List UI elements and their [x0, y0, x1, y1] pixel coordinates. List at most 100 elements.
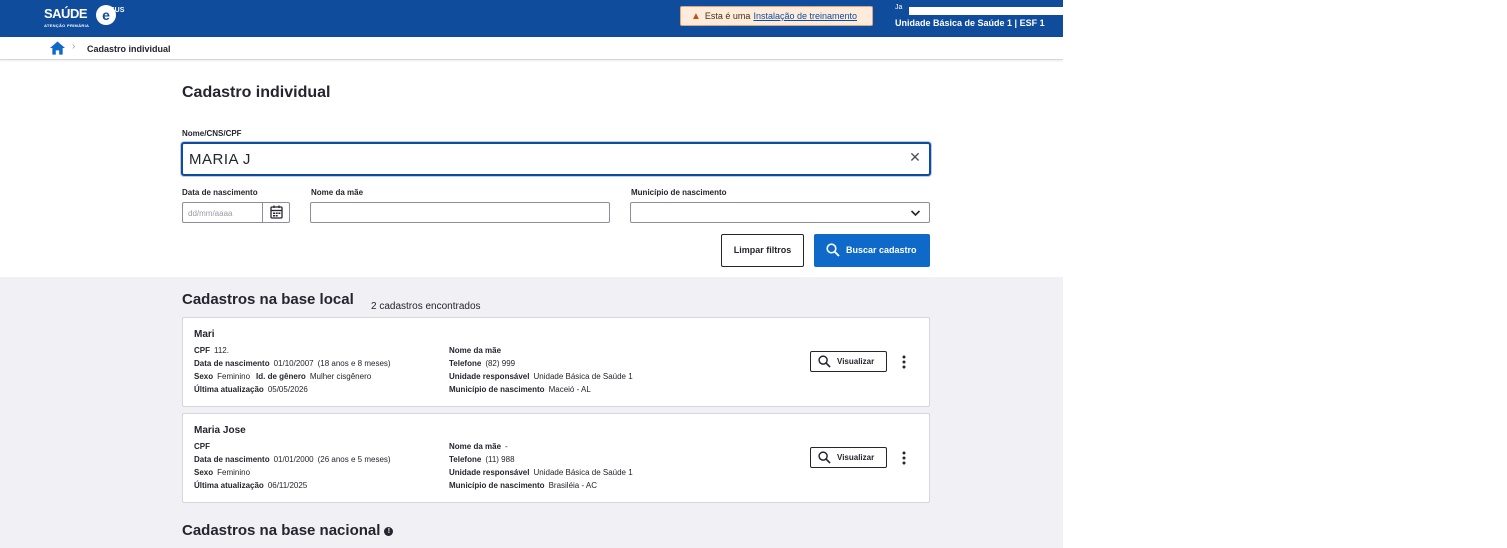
phone-value: (11) 988: [485, 455, 515, 464]
record-card: Mari CPF 112. Data de nascimento 01/10/200…: [182, 317, 930, 407]
city-value: Brasiléia - AC: [548, 481, 598, 490]
age-value: (26 anos e 5 meses): [317, 455, 391, 464]
view-button-label: Visualizar: [837, 453, 875, 462]
updated-value: 06/11/2025: [267, 481, 308, 490]
clear-icon[interactable]: ✕: [907, 149, 923, 165]
search-icon: [818, 355, 831, 368]
mother-name-field[interactable]: [310, 202, 610, 223]
record-cpf-row: CPF 112.: [194, 346, 229, 355]
search-icon: [818, 451, 831, 464]
birth-label: Data de nascimento: [194, 455, 270, 464]
logo-subtitle: ATENÇÃO PRIMÁRIA: [44, 23, 90, 28]
user-menu[interactable]: Ja Unidade Básica de Saúde 1 | ESF 1: [895, 3, 1063, 33]
view-button[interactable]: Visualizar: [810, 351, 887, 372]
page-title: Cadastro individual: [182, 84, 331, 101]
gender-label: Id. de gênero: [256, 372, 306, 381]
birth-value: 01/10/2007: [273, 359, 314, 368]
mother-value: -: [505, 442, 508, 451]
gender-value: Mulher cisgênero: [309, 372, 372, 381]
birth-date-field[interactable]: [182, 202, 290, 223]
record-city-row: Município de nascimento Maceió - AL: [449, 385, 591, 394]
record-mother-row: Nome da mãe: [449, 346, 505, 355]
cpf-label: CPF: [194, 346, 210, 355]
record-birth-row: Data de nascimento 01/10/2007 (18 anos e 8…: [194, 359, 391, 368]
info-icon[interactable]: !: [384, 527, 394, 536]
search-button-label: Buscar cadastro: [846, 245, 917, 255]
saude-logo[interactable]: SAÚDE ATENÇÃO PRIMÁRIA e SUS: [44, 3, 124, 33]
updated-label: Última atualização: [194, 385, 264, 394]
calendar-button[interactable]: [262, 203, 289, 222]
dropdown-button[interactable]: [902, 203, 929, 222]
record-card: Maria Jose CPF Data de nascimento 01/01/2…: [182, 413, 930, 503]
phone-label: Telefone: [449, 455, 482, 464]
more-options-icon[interactable]: [899, 450, 909, 466]
logo-sus: SUS: [110, 7, 125, 14]
updated-label: Última atualização: [194, 481, 264, 490]
phone-label: Telefone: [449, 359, 482, 368]
mother-name-input[interactable]: [316, 206, 555, 220]
birth-city-select[interactable]: [630, 202, 930, 223]
sex-value: Feminino: [217, 372, 251, 381]
sex-label: Sexo: [194, 468, 214, 477]
record-sex-row: Sexo Feminino Id. de gênero Mulher cisgêner…: [194, 372, 371, 381]
city-label: Município de nascimento: [449, 481, 545, 490]
local-base-title: Cadastros na base local: [182, 291, 354, 308]
record-cpf-row: CPF: [194, 442, 214, 451]
unit-label: Unidade responsável: [449, 372, 530, 381]
search-input[interactable]: [189, 150, 889, 168]
city-label: Município de nascimento: [449, 385, 545, 394]
training-link[interactable]: Instalação de treinamento: [753, 11, 857, 21]
sex-label: Sexo: [194, 372, 214, 381]
search-label: Nome/CNS/CPF: [182, 129, 242, 138]
unit-value: Unidade Básica de Saúde 1: [533, 372, 633, 381]
updated-value: 05/05/2026: [267, 385, 308, 394]
top-bar: SAÚDE ATENÇÃO PRIMÁRIA e SUS ▲ Esta é uma…: [0, 0, 1063, 37]
record-sex-row: Sexo Feminino: [194, 468, 250, 477]
home-icon[interactable]: [50, 41, 65, 55]
training-banner: ▲ Esta é uma Instalação de treinamento: [680, 6, 873, 26]
record-city-row: Município de nascimento Brasiléia - AC: [449, 481, 597, 490]
clear-filters-button[interactable]: Limpar filtros: [721, 234, 804, 267]
search-field[interactable]: ✕: [181, 142, 931, 176]
record-updated-row: Última atualização 06/11/2025: [194, 481, 307, 490]
record-mother-row: Nome da mãe -: [449, 442, 508, 451]
chevron-down-icon: [910, 210, 921, 217]
national-base-title-text: Cadastros na base nacional: [182, 522, 381, 539]
search-icon: [826, 243, 840, 257]
birth-value: 01/01/2000: [273, 455, 314, 464]
birth-date-label: Data de nascimento: [182, 188, 258, 197]
training-prefix: Esta é uma: [704, 11, 751, 21]
more-options-icon[interactable]: [899, 354, 909, 370]
local-base-count: 2 cadastros encontrados: [371, 301, 481, 312]
national-base-title: Cadastros na base nacional!: [182, 522, 394, 539]
user-unit: Unidade Básica de Saúde 1 | ESF 1: [895, 18, 1045, 28]
unit-value: Unidade Básica de Saúde 1: [533, 468, 633, 477]
mother-name-label: Nome da mãe: [311, 188, 364, 197]
sex-value: Feminino: [217, 468, 251, 477]
calendar-icon: [270, 205, 283, 219]
view-button[interactable]: Visualizar: [810, 447, 887, 468]
record-birth-row: Data de nascimento 01/01/2000 (26 anos e 5…: [194, 455, 391, 464]
logo-brand: SAÚDE: [44, 6, 88, 21]
mother-label: Nome da mãe: [449, 346, 502, 355]
chevron-right-icon: ›: [72, 41, 76, 52]
record-unit-row: Unidade responsável Unidade Básica de Saú…: [449, 372, 633, 381]
cpf-label: CPF: [194, 442, 210, 451]
record-phone-row: Telefone (11) 988: [449, 455, 515, 464]
search-button[interactable]: Buscar cadastro: [814, 234, 930, 267]
app-window: SAÚDE ATENÇÃO PRIMÁRIA e SUS ▲ Esta é uma…: [0, 0, 1063, 548]
results-section: Cadastros na base local 2 cadastros enco…: [0, 277, 1063, 548]
view-button-label: Visualizar: [837, 357, 875, 366]
record-name: Mari: [194, 329, 215, 340]
birth-label: Data de nascimento: [194, 359, 270, 368]
record-unit-row: Unidade responsável Unidade Básica de Saú…: [449, 468, 633, 477]
record-phone-row: Telefone (82) 999: [449, 359, 515, 368]
cpf-value: 112.: [214, 346, 229, 355]
birth-date-input[interactable]: [188, 206, 273, 220]
birth-city-input[interactable]: [636, 206, 875, 220]
phone-value: (82) 999: [485, 359, 516, 368]
breadcrumb: › Cadastro individual: [0, 37, 1063, 60]
warning-icon: ▲: [691, 11, 701, 22]
age-value: (18 anos e 8 meses): [317, 359, 391, 368]
mother-label: Nome da mãe: [449, 442, 502, 451]
